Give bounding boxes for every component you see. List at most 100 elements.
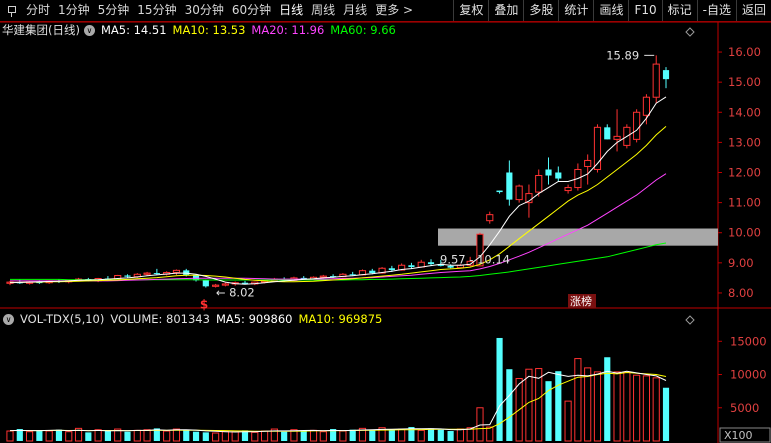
volume-bar: [574, 358, 582, 442]
volume-bar: [104, 431, 111, 441]
candle-body: [564, 187, 572, 192]
candle-body: [124, 275, 131, 277]
volume-bar: [172, 428, 181, 442]
candle-body: [319, 275, 327, 278]
volume-bar: [36, 430, 43, 441]
range-label: 9.57 - 10.14: [440, 253, 510, 267]
volume-tick-label: 15000: [730, 334, 767, 348]
volume-bar: [662, 387, 670, 441]
candle-body: [427, 262, 435, 265]
volume-bar: [604, 357, 611, 441]
volume-bar: [85, 432, 92, 441]
candle-body: [613, 135, 621, 140]
volume-bar: [231, 431, 239, 442]
volume-bar: [339, 430, 347, 442]
price-tick-label: 14.00: [728, 105, 761, 119]
volume-bar: [525, 368, 533, 442]
candle-body: [153, 273, 160, 275]
kline-chart[interactable]: 16.00 15.00 14.00 13.00 12.00 11.00 10.00 9.00 8…: [0, 0, 771, 443]
volume-bar: [437, 429, 444, 441]
volume-bar: [45, 430, 53, 442]
price-tick-label: 8.00: [728, 286, 754, 300]
volume-bar: [94, 429, 102, 442]
unit-label: X100: [724, 429, 753, 442]
volume-bar: [300, 431, 307, 441]
volume-bar: [26, 431, 34, 442]
volume-bar: [192, 431, 200, 441]
price-tick-label: 15.00: [728, 75, 761, 89]
price-tick-label: 9.00: [728, 256, 754, 270]
volume-bar: [133, 429, 141, 442]
volume-bar: [506, 369, 513, 441]
volume-bar: [349, 429, 356, 441]
candle-body: [388, 268, 395, 271]
volume-bar: [221, 430, 229, 442]
volume-bar: [652, 377, 660, 442]
volume-bar: [447, 431, 454, 441]
volume-bar: [369, 430, 376, 441]
price-tick-label: 13.00: [728, 135, 761, 149]
volume-bar: [281, 431, 288, 441]
volume-bar: [55, 429, 63, 441]
volume-bar: [633, 374, 641, 442]
candle-body: [369, 270, 376, 274]
candle-body: [642, 96, 651, 116]
volume-bar: [486, 426, 494, 442]
candle-body: [408, 265, 415, 268]
candle-body: [555, 172, 562, 179]
candle-body: [652, 63, 660, 98]
volume-bar: [476, 407, 484, 442]
volume-bar: [309, 429, 318, 442]
price-tick-label: 16.00: [728, 45, 761, 59]
volume-bar: [183, 430, 190, 441]
volume-bar: [496, 337, 503, 441]
volume-bar: [593, 371, 602, 442]
candle-body: [633, 111, 641, 140]
volume-bar: [163, 430, 171, 442]
volume-bar: [212, 432, 220, 442]
candle-body: [202, 280, 209, 287]
candle-body: [535, 175, 543, 193]
volume-bar: [456, 428, 464, 442]
volume-bar: [398, 428, 406, 442]
volume-bar: [260, 430, 269, 442]
candle-body: [506, 172, 513, 200]
diamond-icon: [685, 315, 695, 325]
volume-bar: [417, 429, 425, 442]
candle-body: [172, 269, 181, 273]
volume-bar: [613, 371, 621, 442]
dollar-marker: $: [200, 297, 208, 311]
volume-bar: [555, 371, 562, 441]
ma60-line: [10, 242, 667, 281]
volume-tick-label: 5000: [730, 401, 759, 415]
volume-bar: [251, 431, 259, 442]
price-tick-label: 11.00: [728, 196, 761, 210]
volume-bar: [202, 432, 209, 441]
candle-body: [143, 272, 151, 275]
candle-body: [486, 214, 494, 222]
volume-tick-label: 10000: [730, 368, 767, 382]
candle-body: [604, 127, 611, 140]
ma10-line: [10, 126, 667, 283]
candle-body: [515, 185, 523, 201]
volume-bar: [427, 428, 435, 441]
volume-bar: [623, 372, 631, 442]
volume-bar: [6, 430, 14, 442]
volume-bar: [65, 431, 73, 442]
volume-bar: [584, 367, 592, 442]
price-tick-label: 12.00: [728, 166, 761, 180]
volume-bar: [642, 375, 651, 442]
candle-body: [545, 169, 552, 176]
volume-bar: [535, 368, 543, 442]
zt-label: 涨榜: [570, 294, 592, 308]
volume-bar: [124, 431, 131, 441]
high-price-label: 15.89: [606, 48, 639, 62]
candle-body: [584, 159, 592, 167]
volume-bar: [319, 431, 327, 442]
volume-bar: [564, 400, 572, 442]
low-price-label: ← 8.02: [216, 285, 255, 299]
volume-bar: [388, 429, 395, 441]
price-tick-label: 10.00: [728, 226, 761, 240]
volume-bar: [143, 429, 151, 442]
diamond-icon: [685, 27, 695, 37]
